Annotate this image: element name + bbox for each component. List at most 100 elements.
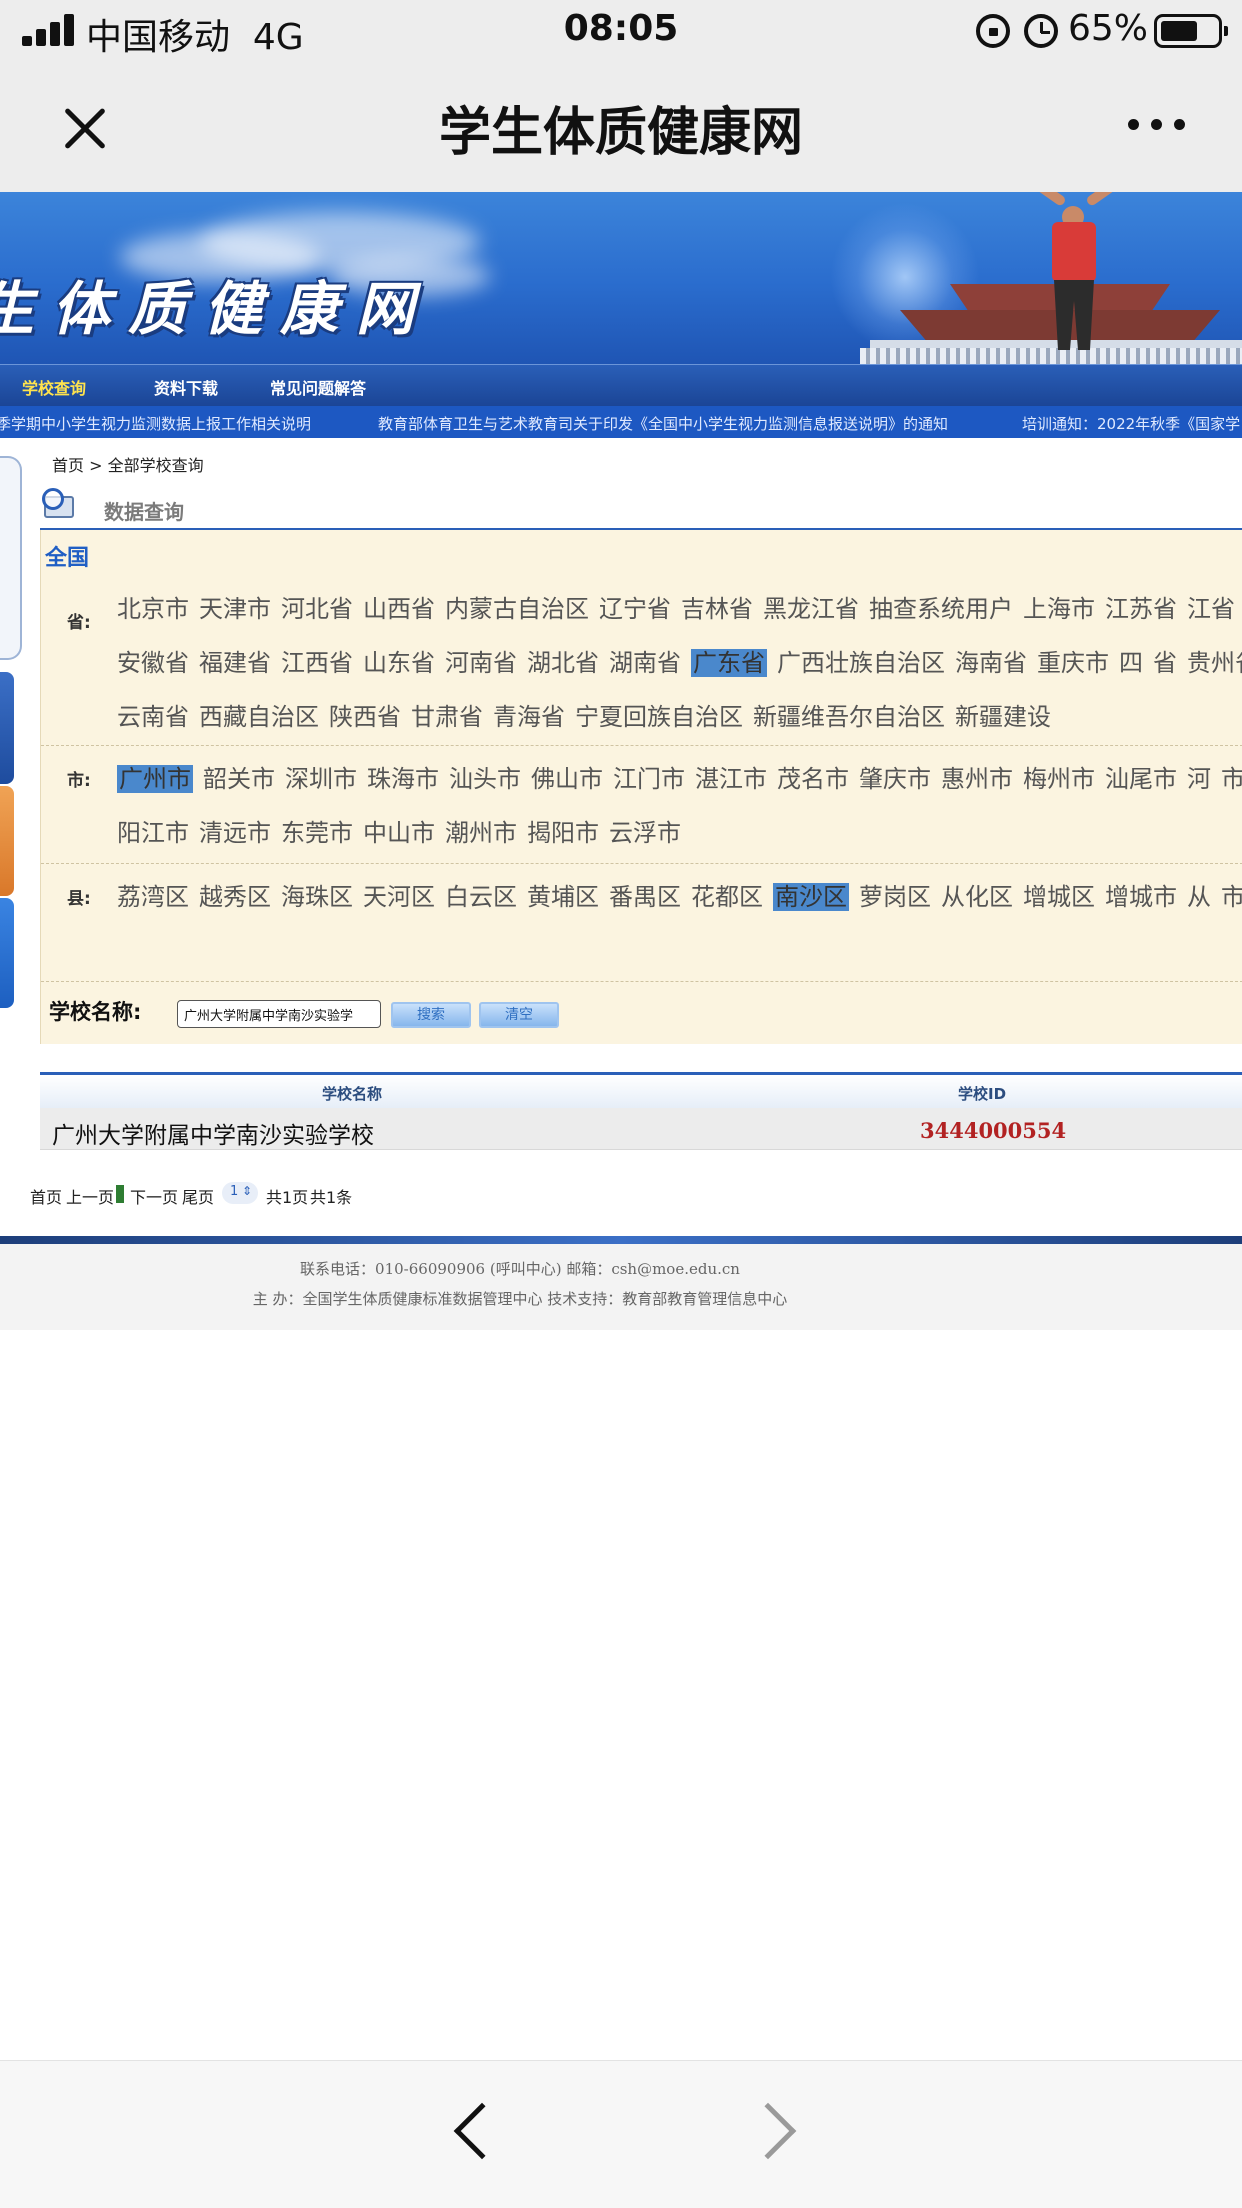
- city-option[interactable]: 阳江市: [117, 819, 189, 847]
- footer-contact: 联系电话：010-66090906 (呼叫中心) 邮箱：csh@moe.edu.…: [300, 1260, 740, 1278]
- province-option[interactable]: 吉林省: [681, 595, 753, 623]
- city-option[interactable]: 汕尾市: [1105, 765, 1177, 793]
- county-option[interactable]: 白云区: [445, 883, 517, 911]
- city-option[interactable]: 佛山市: [531, 765, 603, 793]
- menu-item-school-query[interactable]: 学校查询: [22, 375, 86, 399]
- query-header: 数据查询: [40, 486, 1242, 530]
- province-option[interactable]: 重庆市: [1037, 649, 1109, 677]
- city-option[interactable]: 汕头市: [449, 765, 521, 793]
- province-option[interactable]: 云南省: [117, 703, 189, 731]
- province-option[interactable]: 宁夏回族自治区: [575, 703, 743, 731]
- city-option[interactable]: 江门市: [613, 765, 685, 793]
- province-option[interactable]: 福建省: [199, 649, 271, 677]
- county-option[interactable]: 花都区: [691, 883, 763, 911]
- county-option[interactable]: 越秀区: [199, 883, 271, 911]
- county-option[interactable]: 番禺区: [609, 883, 681, 911]
- menu-item-downloads[interactable]: 资料下载: [154, 375, 218, 399]
- province-option[interactable]: 天津市: [199, 595, 271, 623]
- province-option[interactable]: 甘肃省: [411, 703, 483, 731]
- ticker-item[interactable]: 季学期中小学生视力监测数据上报工作相关说明: [0, 413, 311, 434]
- first-page-link[interactable]: 首页: [30, 1184, 62, 1208]
- city-option[interactable]: 珠海市: [367, 765, 439, 793]
- city-option[interactable]: 市: [1221, 765, 1242, 793]
- city-option[interactable]: 韶关市: [203, 765, 275, 793]
- county-option[interactable]: 从化区: [941, 883, 1013, 911]
- school-name-cell[interactable]: 广州大学附属中学南沙实验学校: [52, 1116, 374, 1150]
- province-option[interactable]: 江苏省: [1105, 595, 1177, 623]
- province-option[interactable]: 山东省: [363, 649, 435, 677]
- province-option[interactable]: 上海市: [1023, 595, 1095, 623]
- province-option[interactable]: 湖北省: [527, 649, 599, 677]
- province-option[interactable]: 青海省: [493, 703, 565, 731]
- province-option[interactable]: 山西省: [363, 595, 435, 623]
- prev-page-link[interactable]: 上一页: [66, 1184, 114, 1208]
- county-option[interactable]: 南沙区: [773, 883, 849, 911]
- province-option[interactable]: 广东省: [691, 649, 767, 677]
- next-page-link[interactable]: 下一页: [130, 1184, 178, 1208]
- back-arrow-icon[interactable]: [453, 2102, 511, 2160]
- floating-tab-edge[interactable]: [0, 786, 14, 896]
- last-page-link[interactable]: 尾页: [182, 1184, 214, 1208]
- city-option[interactable]: 湛江市: [695, 765, 767, 793]
- city-option[interactable]: 中山市: [363, 819, 435, 847]
- breadcrumb[interactable]: 首页 > 全部学校查询: [52, 452, 204, 476]
- city-option[interactable]: 潮州市: [445, 819, 517, 847]
- province-option[interactable]: 省: [1153, 649, 1177, 677]
- county-option[interactable]: 天河区: [363, 883, 435, 911]
- province-option[interactable]: 内蒙古自治区: [445, 595, 589, 623]
- nation-link[interactable]: 全国: [45, 540, 89, 572]
- school-name-input[interactable]: 广州大学附属中学南沙实验学: [177, 1000, 381, 1028]
- city-option[interactable]: 河: [1187, 765, 1211, 793]
- province-option[interactable]: 海南省: [955, 649, 1027, 677]
- province-option[interactable]: 江省: [1187, 595, 1235, 623]
- city-option[interactable]: 梅州市: [1023, 765, 1095, 793]
- province-option[interactable]: 陕西省: [329, 703, 401, 731]
- province-option[interactable]: 西藏自治区: [199, 703, 319, 731]
- province-option[interactable]: 安徽省: [117, 649, 189, 677]
- ticker-item[interactable]: 培训通知：2022年秋季《国家学: [1022, 413, 1240, 434]
- province-option[interactable]: 广西壮族自治区: [777, 649, 945, 677]
- city-option[interactable]: 茂名市: [777, 765, 849, 793]
- city-option[interactable]: 揭阳市: [527, 819, 599, 847]
- province-option[interactable]: 河南省: [445, 649, 517, 677]
- province-option[interactable]: 湖南省: [609, 649, 681, 677]
- province-option[interactable]: 新疆维吾尔自治区: [753, 703, 945, 731]
- page-select[interactable]: 1: [222, 1182, 258, 1204]
- more-icon[interactable]: [1128, 114, 1188, 134]
- province-option[interactable]: 黑龙江省: [763, 595, 859, 623]
- county-option[interactable]: 从: [1187, 883, 1211, 911]
- search-button[interactable]: 搜索: [391, 1002, 471, 1028]
- floating-tab-edge[interactable]: [0, 898, 14, 1008]
- clear-button[interactable]: 清空: [479, 1002, 559, 1028]
- county-option[interactable]: 萝岗区: [859, 883, 931, 911]
- browser-toolbar: [0, 2060, 1242, 2208]
- county-option[interactable]: 增城市: [1105, 883, 1177, 911]
- city-option[interactable]: 惠州市: [941, 765, 1013, 793]
- province-option[interactable]: 新疆建设: [955, 703, 1051, 731]
- city-option[interactable]: 云浮市: [609, 819, 681, 847]
- province-option[interactable]: 北京市: [117, 595, 189, 623]
- city-option[interactable]: 肇庆市: [859, 765, 931, 793]
- floating-tab-edge[interactable]: [0, 672, 14, 784]
- province-option[interactable]: 辽宁省: [599, 595, 671, 623]
- city-option[interactable]: 东莞市: [281, 819, 353, 847]
- county-option[interactable]: 黄埔区: [527, 883, 599, 911]
- menu-item-faq[interactable]: 常见问题解答: [270, 375, 366, 399]
- city-option[interactable]: 广州市: [117, 765, 193, 793]
- province-option[interactable]: 江西省: [281, 649, 353, 677]
- county-option[interactable]: 海珠区: [281, 883, 353, 911]
- city-option[interactable]: 清远市: [199, 819, 271, 847]
- table-row[interactable]: 广州大学附属中学南沙实验学校 3444000554: [40, 1108, 1242, 1150]
- county-option[interactable]: 增城区: [1023, 883, 1095, 911]
- county-option[interactable]: 市: [1221, 883, 1242, 911]
- table-header: 学校名称 学校ID: [40, 1072, 1242, 1108]
- province-option[interactable]: 四: [1119, 649, 1143, 677]
- province-option[interactable]: 贵州省: [1187, 649, 1242, 677]
- forward-arrow-icon[interactable]: [739, 2102, 797, 2160]
- floating-panel-edge[interactable]: [0, 456, 22, 660]
- province-option[interactable]: 河北省: [281, 595, 353, 623]
- province-option[interactable]: 抽查系统用户: [869, 595, 1013, 623]
- ticker-item[interactable]: 教育部体育卫生与艺术教育司关于印发《全国中小学生视力监测信息报送说明》的通知: [378, 413, 948, 434]
- city-option[interactable]: 深圳市: [285, 765, 357, 793]
- county-option[interactable]: 荔湾区: [117, 883, 189, 911]
